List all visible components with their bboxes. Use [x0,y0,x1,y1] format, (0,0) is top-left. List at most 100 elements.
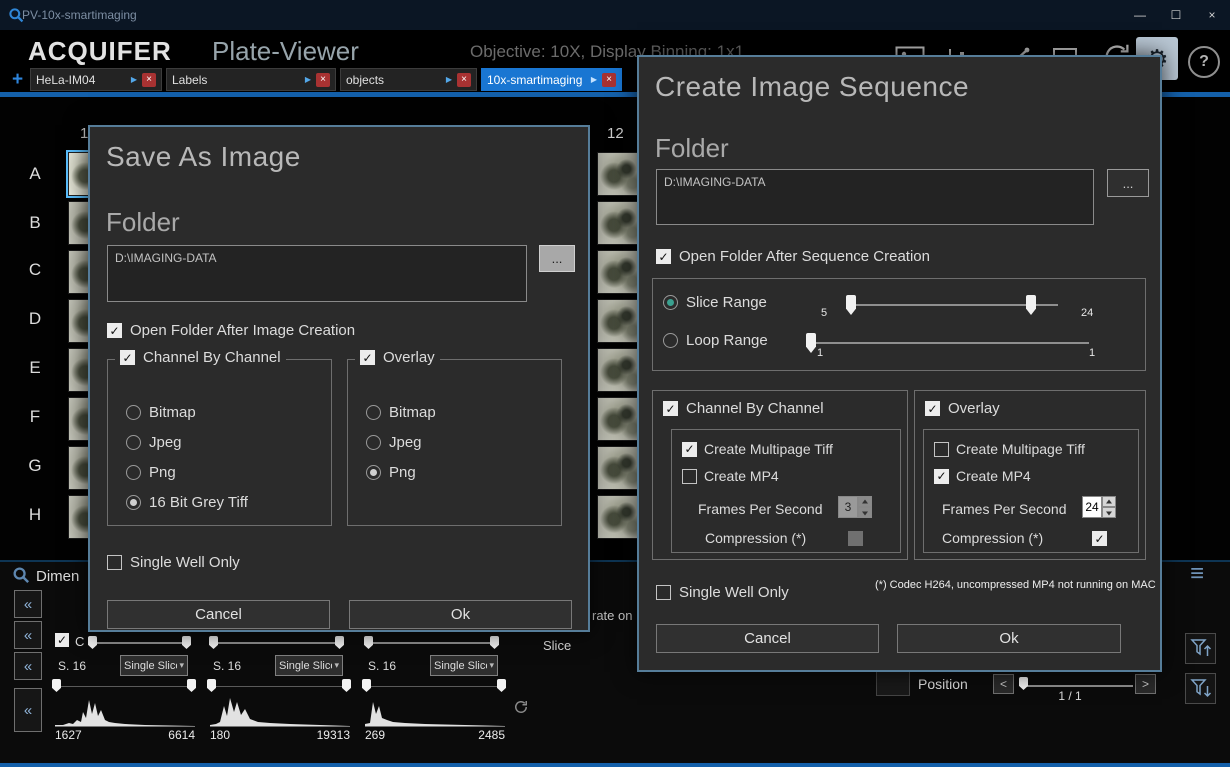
slice-slider-handle[interactable] [182,636,191,649]
loop-range-slider[interactable] [809,342,1089,344]
slice-slider[interactable] [213,642,343,644]
cancel-button[interactable]: Cancel [107,600,330,629]
loop-range-radio[interactable]: Loop Range [663,332,768,349]
compression-checkbox-disabled[interactable] [848,531,863,546]
radio-bitmap[interactable]: Bitmap [126,404,196,421]
radio-icon-selected[interactable] [366,465,381,480]
minimize-icon[interactable]: — [1122,0,1158,30]
range-handle-max[interactable] [497,679,506,692]
collapse-button[interactable]: « [14,688,42,732]
close-icon[interactable]: × [1194,0,1230,30]
slice-mode-dropdown[interactable]: Single Slice ▾ [120,655,188,676]
radio-png[interactable]: Png [366,464,416,481]
slice-slider-handle[interactable] [364,636,373,649]
collapse-button[interactable]: « [14,621,42,649]
tab-arrow-icon[interactable]: ▶ [591,75,597,84]
filter-add-button[interactable] [1185,633,1216,664]
range-slider[interactable] [365,686,505,687]
position-slider[interactable] [1020,685,1133,687]
radio-icon-selected[interactable] [663,295,678,310]
checkbox-unchecked[interactable] [682,469,697,484]
range-slider[interactable] [55,686,195,687]
checkbox-unchecked[interactable] [656,585,671,600]
reset-icon[interactable] [512,698,530,716]
folder-path-input[interactable]: D:\IMAGING-DATA [107,245,527,302]
radio-jpeg[interactable]: Jpeg [366,434,422,451]
tab-objects[interactable]: objects ▶ × [340,68,477,91]
checkbox-checked[interactable] [663,401,678,416]
tab-close-icon[interactable]: × [457,73,471,87]
radio-jpeg[interactable]: Jpeg [126,434,182,451]
tab-arrow-icon[interactable]: ▶ [131,75,137,84]
slice-slider[interactable] [368,642,498,644]
checkbox-checked[interactable] [360,350,375,365]
collapse-button[interactable]: « [14,652,42,680]
radio-icon[interactable] [126,465,141,480]
position-next-button[interactable]: > [1135,674,1156,694]
tab-close-icon[interactable]: × [602,73,616,87]
checkbox-unchecked[interactable] [107,555,122,570]
checkbox-checked[interactable] [120,350,135,365]
add-tab-button[interactable]: + [12,68,23,91]
collapse-button[interactable]: « [14,590,42,618]
radio-icon[interactable] [126,405,141,420]
radio-icon[interactable] [126,435,141,450]
fps-spinner[interactable]: 3 [838,496,872,518]
checkbox-checked[interactable] [925,401,940,416]
create-multipage-tiff-option[interactable]: Create Multipage Tiff [682,441,833,457]
tab-hela-im04[interactable]: HeLa-IM04 ▶ × [30,68,162,91]
slice-range-handle-min[interactable] [846,295,856,315]
radio-bitmap[interactable]: Bitmap [366,404,436,421]
tab-labels[interactable]: Labels ▶ × [166,68,336,91]
fps-value[interactable]: 3 [838,496,858,518]
position-slider-handle[interactable] [1019,677,1028,690]
group-header[interactable]: Channel By Channel [115,349,286,366]
range-handle-max[interactable] [342,679,351,692]
slice-slider-handle[interactable] [490,636,499,649]
slice-mode-dropdown[interactable]: Single Slice ▾ [275,655,343,676]
range-handle-min[interactable] [52,679,61,692]
create-mp4-option[interactable]: Create MP4 [934,468,1031,484]
radio-png[interactable]: Png [126,464,176,481]
slice-range-radio[interactable]: Slice Range [663,294,767,311]
spinner-up-icon[interactable] [1102,496,1116,507]
overlay-color-box[interactable] [876,668,910,696]
group-header[interactable]: Overlay [355,349,440,366]
single-well-option[interactable]: Single Well Only [107,554,240,571]
filter-remove-button[interactable] [1185,673,1216,704]
menu-icon[interactable]: ≡ [1190,562,1204,586]
open-folder-option[interactable]: Open Folder After Image Creation [107,322,355,339]
radio-icon[interactable] [366,405,381,420]
ok-button[interactable]: Ok [897,624,1121,653]
browse-button[interactable]: ... [539,245,575,272]
spinner-down-icon[interactable] [1102,507,1116,518]
open-folder-option[interactable]: Open Folder After Sequence Creation [656,248,930,265]
radio-icon-selected[interactable] [126,495,141,510]
folder-path-input[interactable]: D:\IMAGING-DATA [656,169,1094,225]
tab-close-icon[interactable]: × [316,73,330,87]
group-header[interactable]: Overlay [925,400,1000,417]
cancel-button[interactable]: Cancel [656,624,879,653]
slice-slider-handle[interactable] [88,636,97,649]
group-header[interactable]: Channel By Channel [663,400,824,417]
channel-checkbox[interactable] [55,633,69,647]
checkbox-unchecked[interactable] [934,442,949,457]
checkbox-checked[interactable] [107,323,122,338]
create-mp4-option[interactable]: Create MP4 [682,468,779,484]
spinner-up-icon[interactable] [858,496,872,507]
compression-checkbox-checked[interactable] [1092,531,1107,546]
tab-10x-smartimaging[interactable]: 10x-smartimaging ▶ × [481,68,622,91]
fps-value[interactable]: 24 [1082,496,1102,518]
slice-range-handle-max[interactable] [1026,295,1036,315]
spinner-down-icon[interactable] [858,507,872,518]
range-handle-min[interactable] [207,679,216,692]
radio-16bit-grey-tiff[interactable]: 16 Bit Grey Tiff [126,494,248,511]
range-handle-max[interactable] [187,679,196,692]
create-multipage-tiff-option[interactable]: Create Multipage Tiff [934,441,1085,457]
browse-button[interactable]: ... [1107,169,1149,197]
fps-spinner[interactable]: 24 [1082,496,1116,518]
tab-arrow-icon[interactable]: ▶ [305,75,311,84]
radio-icon[interactable] [366,435,381,450]
loop-range-handle[interactable] [806,333,816,353]
ok-button[interactable]: Ok [349,600,572,629]
